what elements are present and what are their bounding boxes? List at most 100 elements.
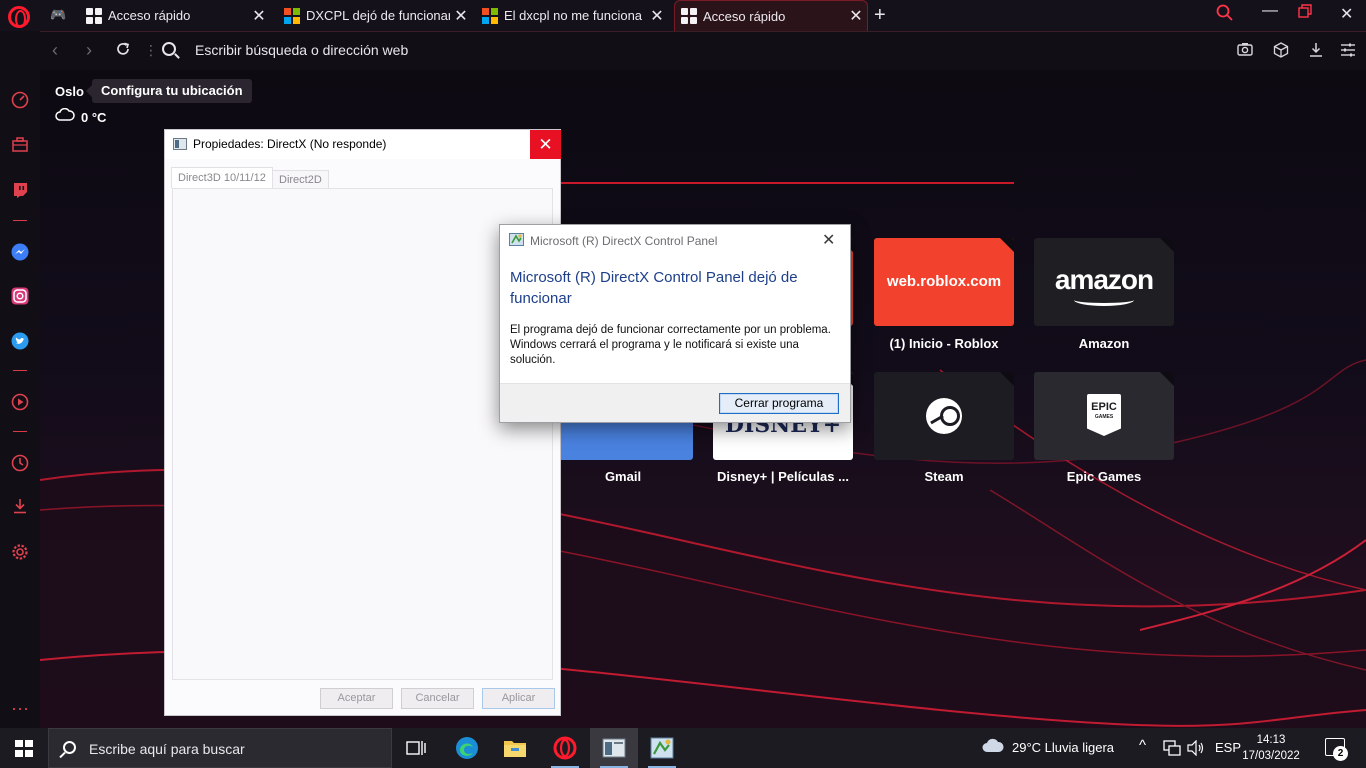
- file-explorer-icon[interactable]: [491, 728, 539, 768]
- dialog-heading: Microsoft (R) DirectX Control Panel dejó…: [510, 269, 798, 307]
- tab-dxcpl-question[interactable]: El dxcpl no me funciona cu ✕: [476, 0, 668, 31]
- speed-dial-label[interactable]: Steam: [864, 469, 1024, 484]
- edge-icon[interactable]: [443, 728, 491, 768]
- briefcase-icon[interactable]: [10, 135, 30, 155]
- directx-properties-taskbar-icon[interactable]: [590, 728, 638, 768]
- directx-control-panel-taskbar-icon[interactable]: [638, 728, 686, 768]
- settings-icon[interactable]: [10, 542, 30, 562]
- speed-dial-icon: [681, 8, 697, 24]
- speed-dial-roblox[interactable]: web.roblox.com: [874, 238, 1014, 326]
- weather-cloud-icon[interactable]: [982, 738, 1004, 757]
- sidebar-divider: [13, 431, 27, 432]
- weather-temperature: 0 °C: [81, 110, 107, 125]
- tab-title: Acceso rápido: [703, 8, 786, 24]
- tab-direct2d[interactable]: Direct2D: [272, 170, 329, 188]
- twitch-icon[interactable]: [10, 180, 30, 200]
- speed-dial-amazon[interactable]: amazon: [1034, 238, 1174, 326]
- tab-direct3d[interactable]: Direct3D 10/11/12: [171, 167, 273, 188]
- search-icon: [63, 741, 76, 754]
- dialog-titlebar[interactable]: Microsoft (R) DirectX Control Panel ✕: [500, 225, 850, 256]
- gamepad-icon[interactable]: 🎮: [50, 8, 68, 22]
- speed-dial-label[interactable]: Disney+ | Películas ...: [703, 469, 863, 484]
- epic-games-logo: EPIC GAMES: [1087, 394, 1121, 436]
- back-button[interactable]: ‹: [52, 40, 58, 61]
- epic-logo-sub: GAMES: [1094, 414, 1114, 420]
- minimize-button[interactable]: —: [1262, 2, 1278, 20]
- tab-dxcpl[interactable]: DXCPL dejó de funcionar ≡ ✕: [278, 0, 472, 31]
- cube-icon[interactable]: [1273, 42, 1289, 62]
- weather-city[interactable]: Oslo: [55, 84, 84, 99]
- location-tooltip[interactable]: Configura tu ubicación: [86, 79, 252, 103]
- microsoft-icon: [482, 7, 498, 24]
- tab-bar: 🎮 Acceso rápido ✕ DXCPL dejó de funciona…: [0, 0, 1366, 31]
- apply-button[interactable]: Aplicar: [482, 688, 555, 709]
- more-icon[interactable]: ···: [10, 698, 30, 718]
- tab-panel: [172, 188, 553, 680]
- speed-dial-label[interactable]: Epic Games: [1024, 469, 1184, 484]
- forward-button[interactable]: ›: [86, 40, 92, 61]
- sidebar-divider: [13, 220, 27, 221]
- downloads-icon[interactable]: [10, 496, 30, 516]
- tab-acceso-rapido-1[interactable]: Acceso rápido ✕: [80, 0, 270, 31]
- notification-count-badge: 2: [1333, 746, 1348, 761]
- task-view-icon[interactable]: [392, 728, 440, 768]
- clock[interactable]: 14:13 17/03/2022: [1236, 732, 1306, 764]
- dialog-title: Microsoft (R) DirectX Control Panel: [530, 234, 718, 248]
- dialog-message: El programa dejó de funcionar correctame…: [510, 324, 831, 366]
- speed-dial-epic-games[interactable]: EPIC GAMES: [1034, 372, 1174, 460]
- close-program-button[interactable]: Cerrar programa: [719, 393, 839, 414]
- cancel-button[interactable]: Cancelar: [401, 688, 474, 709]
- speed-dial-steam[interactable]: [874, 372, 1014, 460]
- app-window-icon: [173, 138, 187, 150]
- taskbar-search[interactable]: Escribe aquí para buscar: [48, 728, 392, 768]
- speedometer-icon[interactable]: [10, 90, 30, 110]
- amazon-smile-icon: [1074, 294, 1134, 306]
- new-tab-button[interactable]: +: [874, 4, 886, 27]
- accept-button[interactable]: Aceptar: [320, 688, 393, 709]
- address-input[interactable]: Escribir búsqueda o dirección web: [195, 42, 408, 58]
- volume-icon[interactable]: [1187, 739, 1205, 759]
- speed-dial-icon: [86, 7, 102, 24]
- download-icon[interactable]: [1308, 42, 1324, 62]
- twitter-icon[interactable]: [10, 331, 30, 351]
- instagram-icon[interactable]: [10, 286, 30, 306]
- easy-setup-icon[interactable]: [1340, 42, 1356, 62]
- reload-button[interactable]: [115, 41, 131, 62]
- tab-title: DXCPL dejó de funcionar ≡: [306, 8, 450, 23]
- camera-icon[interactable]: [1237, 42, 1253, 60]
- divider-dots: ⋮: [144, 42, 158, 58]
- close-icon[interactable]: ✕: [450, 6, 472, 26]
- opera-logo-icon[interactable]: [8, 6, 30, 28]
- microsoft-icon: [284, 7, 300, 24]
- speed-dial-label[interactable]: Gmail: [543, 469, 703, 484]
- opera-taskbar-icon[interactable]: [541, 728, 589, 768]
- player-icon[interactable]: [10, 392, 30, 412]
- messenger-icon[interactable]: [10, 242, 30, 262]
- network-icon[interactable]: [1163, 740, 1181, 759]
- windows-start-icon[interactable]: [15, 740, 33, 757]
- sidebar: ···: [0, 31, 40, 728]
- tab-title: Acceso rápido: [108, 8, 191, 23]
- speed-dial-label[interactable]: Amazon: [1024, 336, 1184, 351]
- close-window-button[interactable]: ✕: [1340, 4, 1353, 24]
- dialog-footer: Cerrar programa: [500, 383, 850, 422]
- history-icon[interactable]: [10, 453, 30, 473]
- error-dialog: Microsoft (R) DirectX Control Panel ✕ Mi…: [499, 224, 851, 423]
- close-button[interactable]: ✕: [530, 130, 561, 159]
- tab-search-icon[interactable]: [1216, 4, 1234, 27]
- clock-time: 14:13: [1256, 734, 1286, 746]
- steam-logo-icon: [926, 398, 962, 434]
- tab-acceso-rapido-active[interactable]: Acceso rápido ✕: [674, 0, 868, 31]
- window-titlebar[interactable]: Propiedades: DirectX (No responde): [165, 130, 560, 159]
- taskbar: Escribe aquí para buscar 29°C Lluvia lig…: [0, 728, 1366, 768]
- close-icon[interactable]: ✕: [822, 230, 835, 250]
- restore-button[interactable]: [1298, 4, 1312, 23]
- speed-dial-label[interactable]: (1) Inicio - Roblox: [864, 336, 1024, 351]
- close-icon[interactable]: ✕: [845, 6, 867, 26]
- close-icon[interactable]: ✕: [646, 6, 668, 26]
- taskbar-search-placeholder: Escribe aquí para buscar: [89, 741, 245, 757]
- chevron-up-icon[interactable]: ^: [1139, 737, 1146, 754]
- cloud-icon: [55, 107, 75, 126]
- taskbar-weather-text[interactable]: 29°C Lluvia ligera: [1012, 740, 1114, 755]
- close-icon[interactable]: ✕: [248, 6, 270, 26]
